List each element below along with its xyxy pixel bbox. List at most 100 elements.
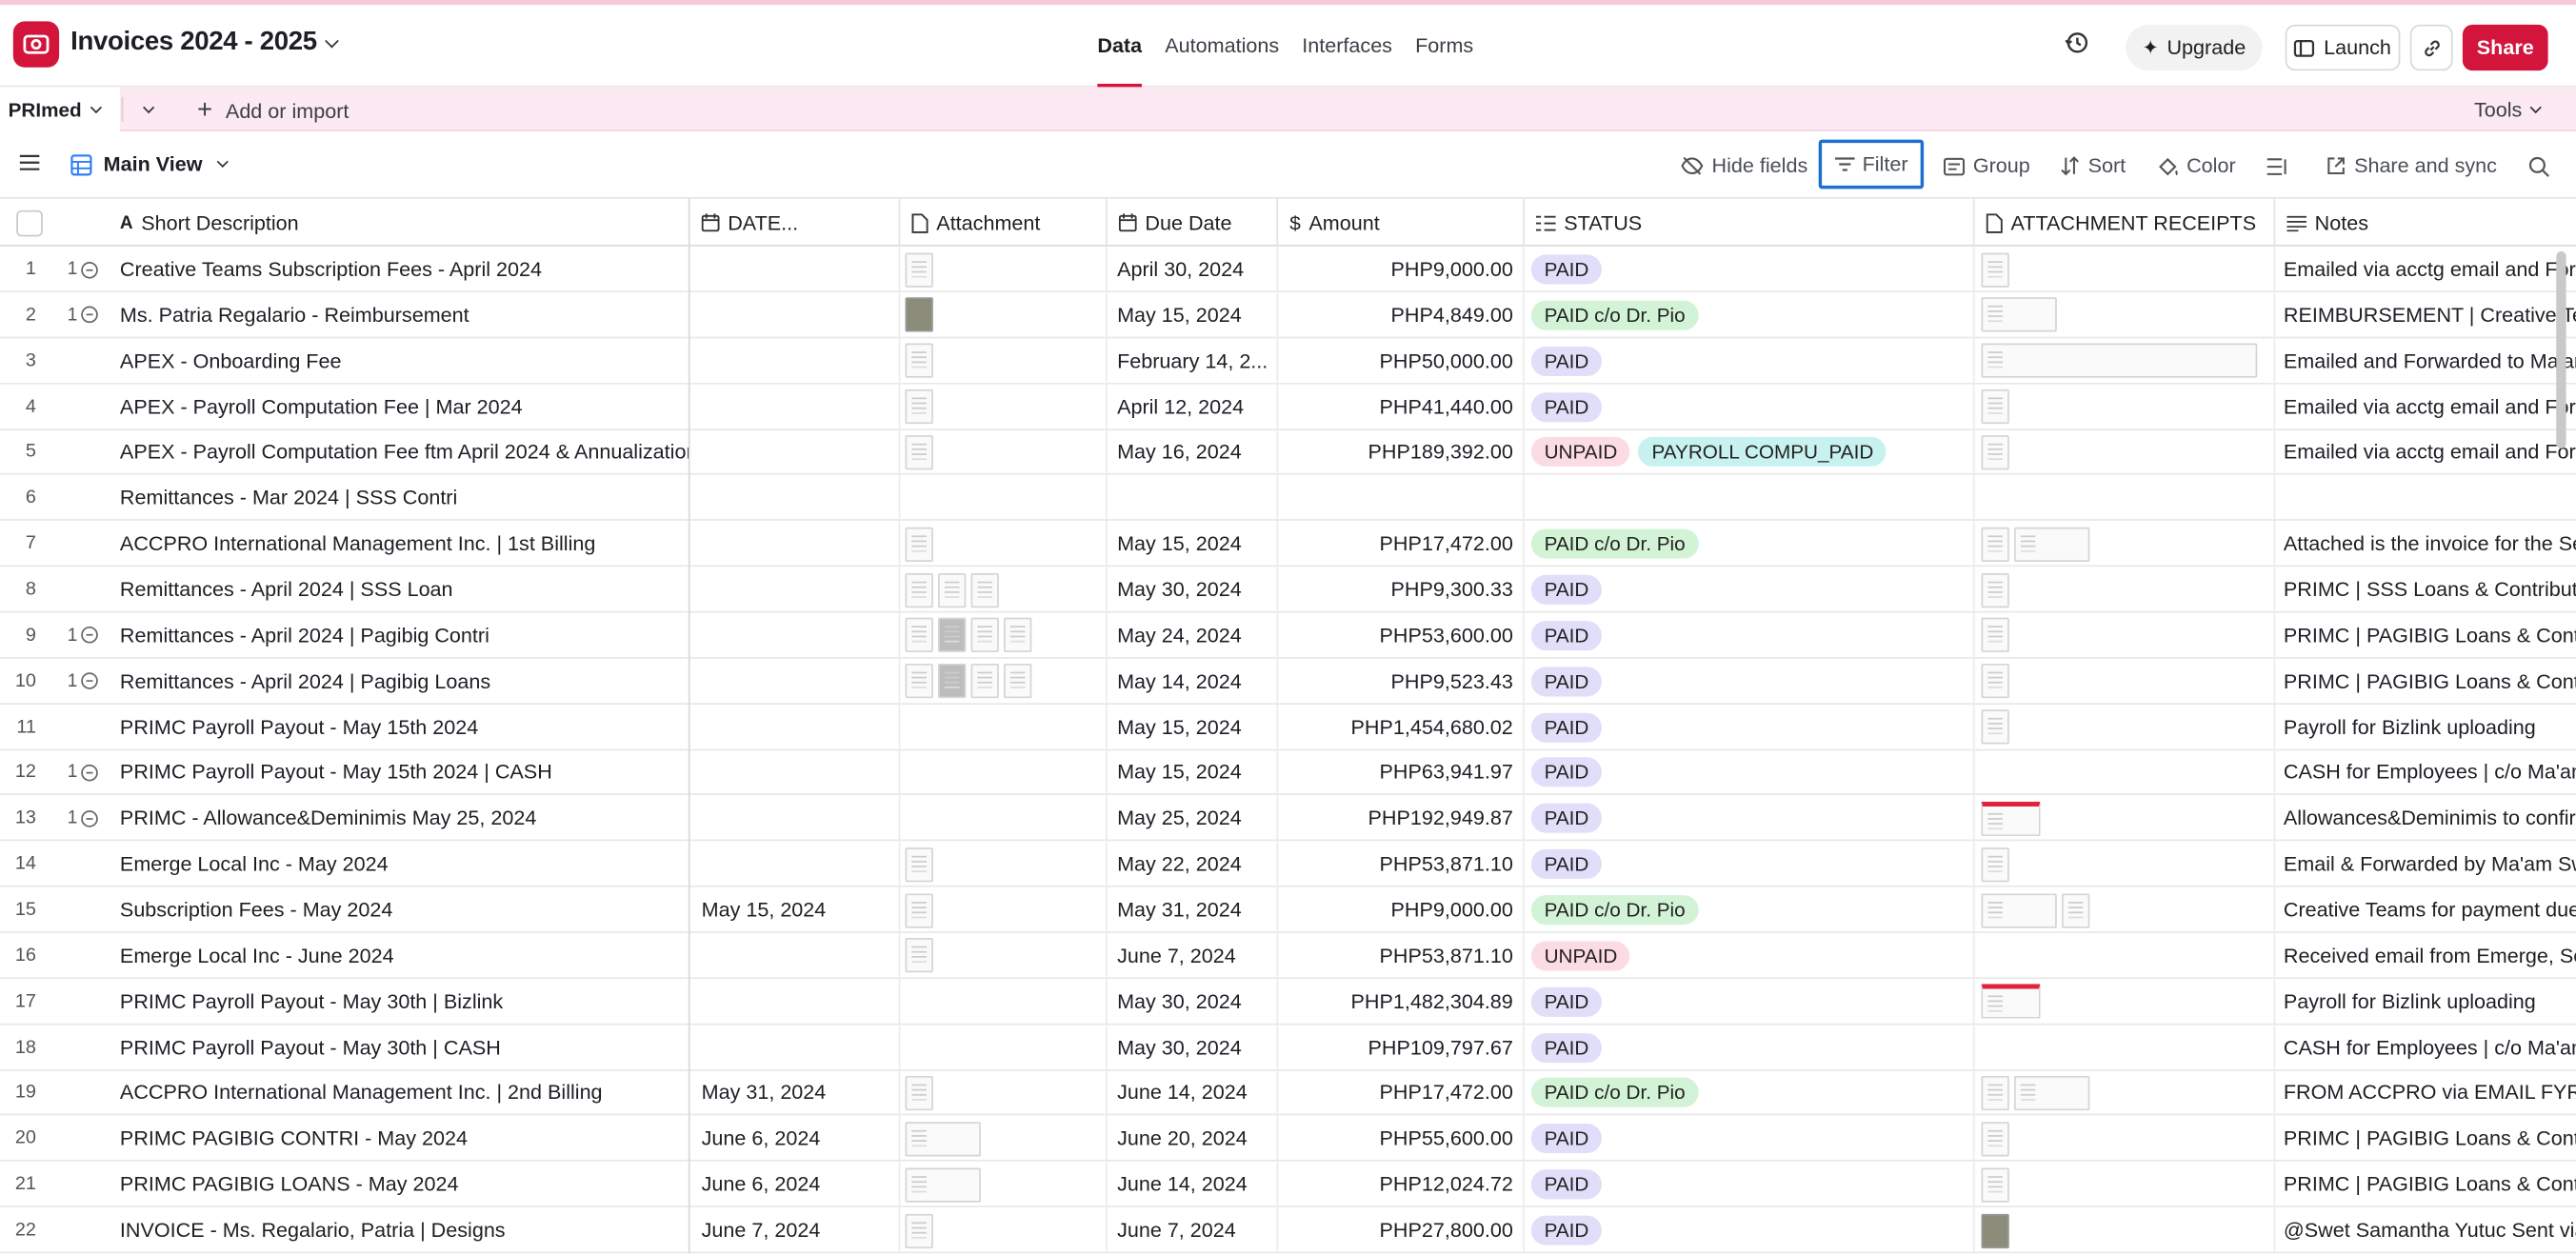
date-cell[interactable] — [690, 1024, 901, 1071]
attachment-cell[interactable] — [900, 246, 1108, 293]
amount-cell[interactable]: PHP9,000.00 — [1278, 886, 1525, 933]
table-row[interactable]: 9 1 Remittances - April 2024 | Pagibig Con… — [0, 612, 2576, 659]
notes-cell[interactable]: PRIMC | PAGIBIG Loans & Contrib — [2275, 1162, 2576, 1207]
share-button[interactable]: Share — [2462, 24, 2548, 71]
attachment-thumbnail[interactable] — [905, 1213, 933, 1248]
notes-cell[interactable]: Emailed via acctg email and Forw — [2275, 384, 2576, 429]
due-date-cell[interactable]: June 14, 2024 — [1108, 1161, 1279, 1208]
col-header-due-date[interactable]: Due Date — [1108, 198, 1279, 247]
notes-cell[interactable]: Emailed and Forwarded to Ma'am — [2275, 338, 2576, 384]
attachment-thumbnail[interactable] — [905, 343, 933, 379]
notes-cell[interactable]: FROM ACCPRO via EMAIL FYR @ — [2275, 1070, 2576, 1116]
short-description-cell[interactable]: Remittances - Mar 2024 | SSS Contri — [109, 475, 690, 522]
attachment-receipts-cell[interactable] — [1975, 978, 2276, 1026]
color-button[interactable]: Color — [2157, 151, 2236, 181]
status-cell[interactable]: PAID — [1525, 246, 1975, 293]
attachment-cell[interactable] — [900, 1115, 1108, 1163]
date-cell[interactable] — [690, 658, 901, 705]
date-cell[interactable] — [690, 246, 901, 293]
notes-cell[interactable]: Emailed via acctg email and Forw — [2275, 429, 2576, 475]
notes-cell[interactable] — [2275, 475, 2576, 521]
table-row[interactable]: 19 ACCPRO International Management Inc. |… — [0, 1069, 2576, 1117]
attachment-thumbnail[interactable] — [905, 938, 933, 973]
col-header-attachment[interactable]: Attachment — [900, 198, 1108, 247]
receipt-thumbnail[interactable] — [1981, 984, 2041, 1019]
notes-cell[interactable]: PRIMC | PAGIBIG Loans & Contrib — [2275, 1116, 2576, 1162]
attachment-receipts-cell[interactable] — [1975, 1069, 2276, 1117]
table-row[interactable]: 1 1 Creative Teams Subscription Fees - Apr… — [0, 246, 2576, 293]
hide-fields-button[interactable]: Hide fields — [1681, 151, 1807, 181]
share-and-sync-button[interactable]: Share and sync — [2326, 151, 2497, 181]
short-description-cell[interactable]: PRIMC Payroll Payout - May 30th | CASH — [109, 1024, 690, 1071]
receipt-thumbnail[interactable] — [1981, 847, 2009, 882]
notes-cell[interactable]: @Swet Samantha Yutuc Sent via — [2275, 1207, 2576, 1253]
receipt-thumbnail[interactable] — [1981, 435, 2009, 470]
amount-cell[interactable]: PHP41,440.00 — [1278, 383, 1525, 430]
receipt-thumbnail[interactable] — [1981, 892, 2057, 927]
col-header-short-description[interactable]: A Short Description — [109, 198, 690, 247]
amount-cell[interactable]: PHP17,472.00 — [1278, 1069, 1525, 1117]
attachment-receipts-cell[interactable] — [1975, 841, 2276, 887]
add-or-import-button[interactable]: + Add or import — [197, 97, 349, 127]
amount-cell[interactable]: PHP109,797.67 — [1278, 1024, 1525, 1071]
attachment-thumbnail[interactable] — [970, 618, 999, 653]
short-description-cell[interactable]: PRIMC Payroll Payout - May 15th 2024 — [109, 704, 690, 750]
table-row[interactable]: 4 APEX - Payroll Computation Fee | Mar 20… — [0, 383, 2576, 430]
status-cell[interactable]: PAID — [1525, 612, 1975, 659]
table-row[interactable]: 20 PRIMC PAGIBIG CONTRI - May 2024 June 6,… — [0, 1115, 2576, 1163]
status-cell[interactable]: PAID — [1525, 1024, 1975, 1071]
short-description-cell[interactable]: Emerge Local Inc - June 2024 — [109, 932, 690, 979]
attachment-cell[interactable] — [900, 932, 1108, 979]
receipt-thumbnail[interactable] — [1981, 343, 2258, 379]
amount-cell[interactable]: PHP9,300.33 — [1278, 567, 1525, 613]
attachment-cell[interactable] — [900, 704, 1108, 750]
attachment-thumbnail[interactable] — [905, 251, 933, 288]
table-row[interactable]: 13 1 PRIMC - Allowance&Deminimis May 25, 2… — [0, 795, 2576, 842]
amount-cell[interactable]: PHP17,472.00 — [1278, 521, 1525, 568]
date-cell[interactable] — [690, 521, 901, 568]
status-cell[interactable]: PAID — [1525, 658, 1975, 705]
date-cell[interactable] — [690, 704, 901, 750]
attachment-thumbnail[interactable] — [905, 297, 933, 333]
attachment-cell[interactable] — [900, 429, 1108, 476]
nav-interfaces[interactable]: Interfaces — [1290, 5, 1404, 87]
status-cell[interactable]: PAID — [1525, 795, 1975, 842]
receipt-thumbnail[interactable] — [1981, 801, 2041, 836]
attachment-receipts-cell[interactable] — [1975, 612, 2276, 659]
short-description-cell[interactable]: APEX - Payroll Computation Fee ftm April… — [109, 429, 690, 476]
table-row[interactable]: 11 PRIMC Payroll Payout - May 15th 2024 Ma… — [0, 704, 2576, 750]
due-date-cell[interactable]: May 22, 2024 — [1108, 841, 1279, 887]
table-row[interactable]: 8 Remittances - April 2024 | SSS Loan May … — [0, 567, 2576, 613]
table-row[interactable]: 15 Subscription Fees - May 2024 May 15, 20… — [0, 886, 2576, 933]
attachment-receipts-cell[interactable] — [1975, 429, 2276, 476]
amount-cell[interactable]: PHP27,800.00 — [1278, 1207, 1525, 1254]
due-date-cell[interactable]: May 15, 2024 — [1108, 291, 1279, 339]
attachment-thumbnail[interactable] — [905, 527, 933, 562]
amount-cell[interactable]: PHP53,871.10 — [1278, 841, 1525, 887]
short-description-cell[interactable]: APEX - Onboarding Fee — [109, 337, 690, 385]
receipt-thumbnail[interactable] — [1981, 618, 2009, 653]
view-switcher[interactable]: Main View — [70, 152, 230, 176]
launch-button[interactable]: Launch — [2285, 24, 2401, 71]
status-cell[interactable]: PAID — [1525, 1161, 1975, 1208]
table-row[interactable]: 21 PRIMC PAGIBIG LOANS - May 2024 June 6, … — [0, 1161, 2576, 1208]
due-date-cell[interactable]: June 20, 2024 — [1108, 1115, 1279, 1163]
attachment-cell[interactable] — [900, 841, 1108, 887]
due-date-cell[interactable]: May 30, 2024 — [1108, 567, 1279, 613]
receipt-thumbnail[interactable] — [1981, 527, 2009, 562]
notes-cell[interactable]: Creative Teams for payment due — [2275, 887, 2576, 933]
attachment-thumbnail[interactable] — [905, 664, 933, 699]
attachment-cell[interactable] — [900, 1069, 1108, 1117]
status-cell[interactable]: PAID — [1525, 841, 1975, 887]
receipt-thumbnail[interactable] — [1981, 251, 2009, 288]
receipt-thumbnail[interactable] — [2013, 1075, 2090, 1111]
due-date-cell[interactable] — [1108, 475, 1279, 522]
attachment-thumbnail[interactable] — [905, 892, 933, 927]
attachment-receipts-cell[interactable] — [1975, 567, 2276, 613]
receipt-thumbnail[interactable] — [2062, 892, 2090, 927]
col-header-status[interactable]: STATUS — [1525, 198, 1975, 247]
group-button[interactable]: Group — [1943, 151, 2030, 181]
amount-cell[interactable]: PHP4,849.00 — [1278, 291, 1525, 339]
short-description-cell[interactable]: Subscription Fees - May 2024 — [109, 886, 690, 933]
due-date-cell[interactable]: April 30, 2024 — [1108, 246, 1279, 293]
